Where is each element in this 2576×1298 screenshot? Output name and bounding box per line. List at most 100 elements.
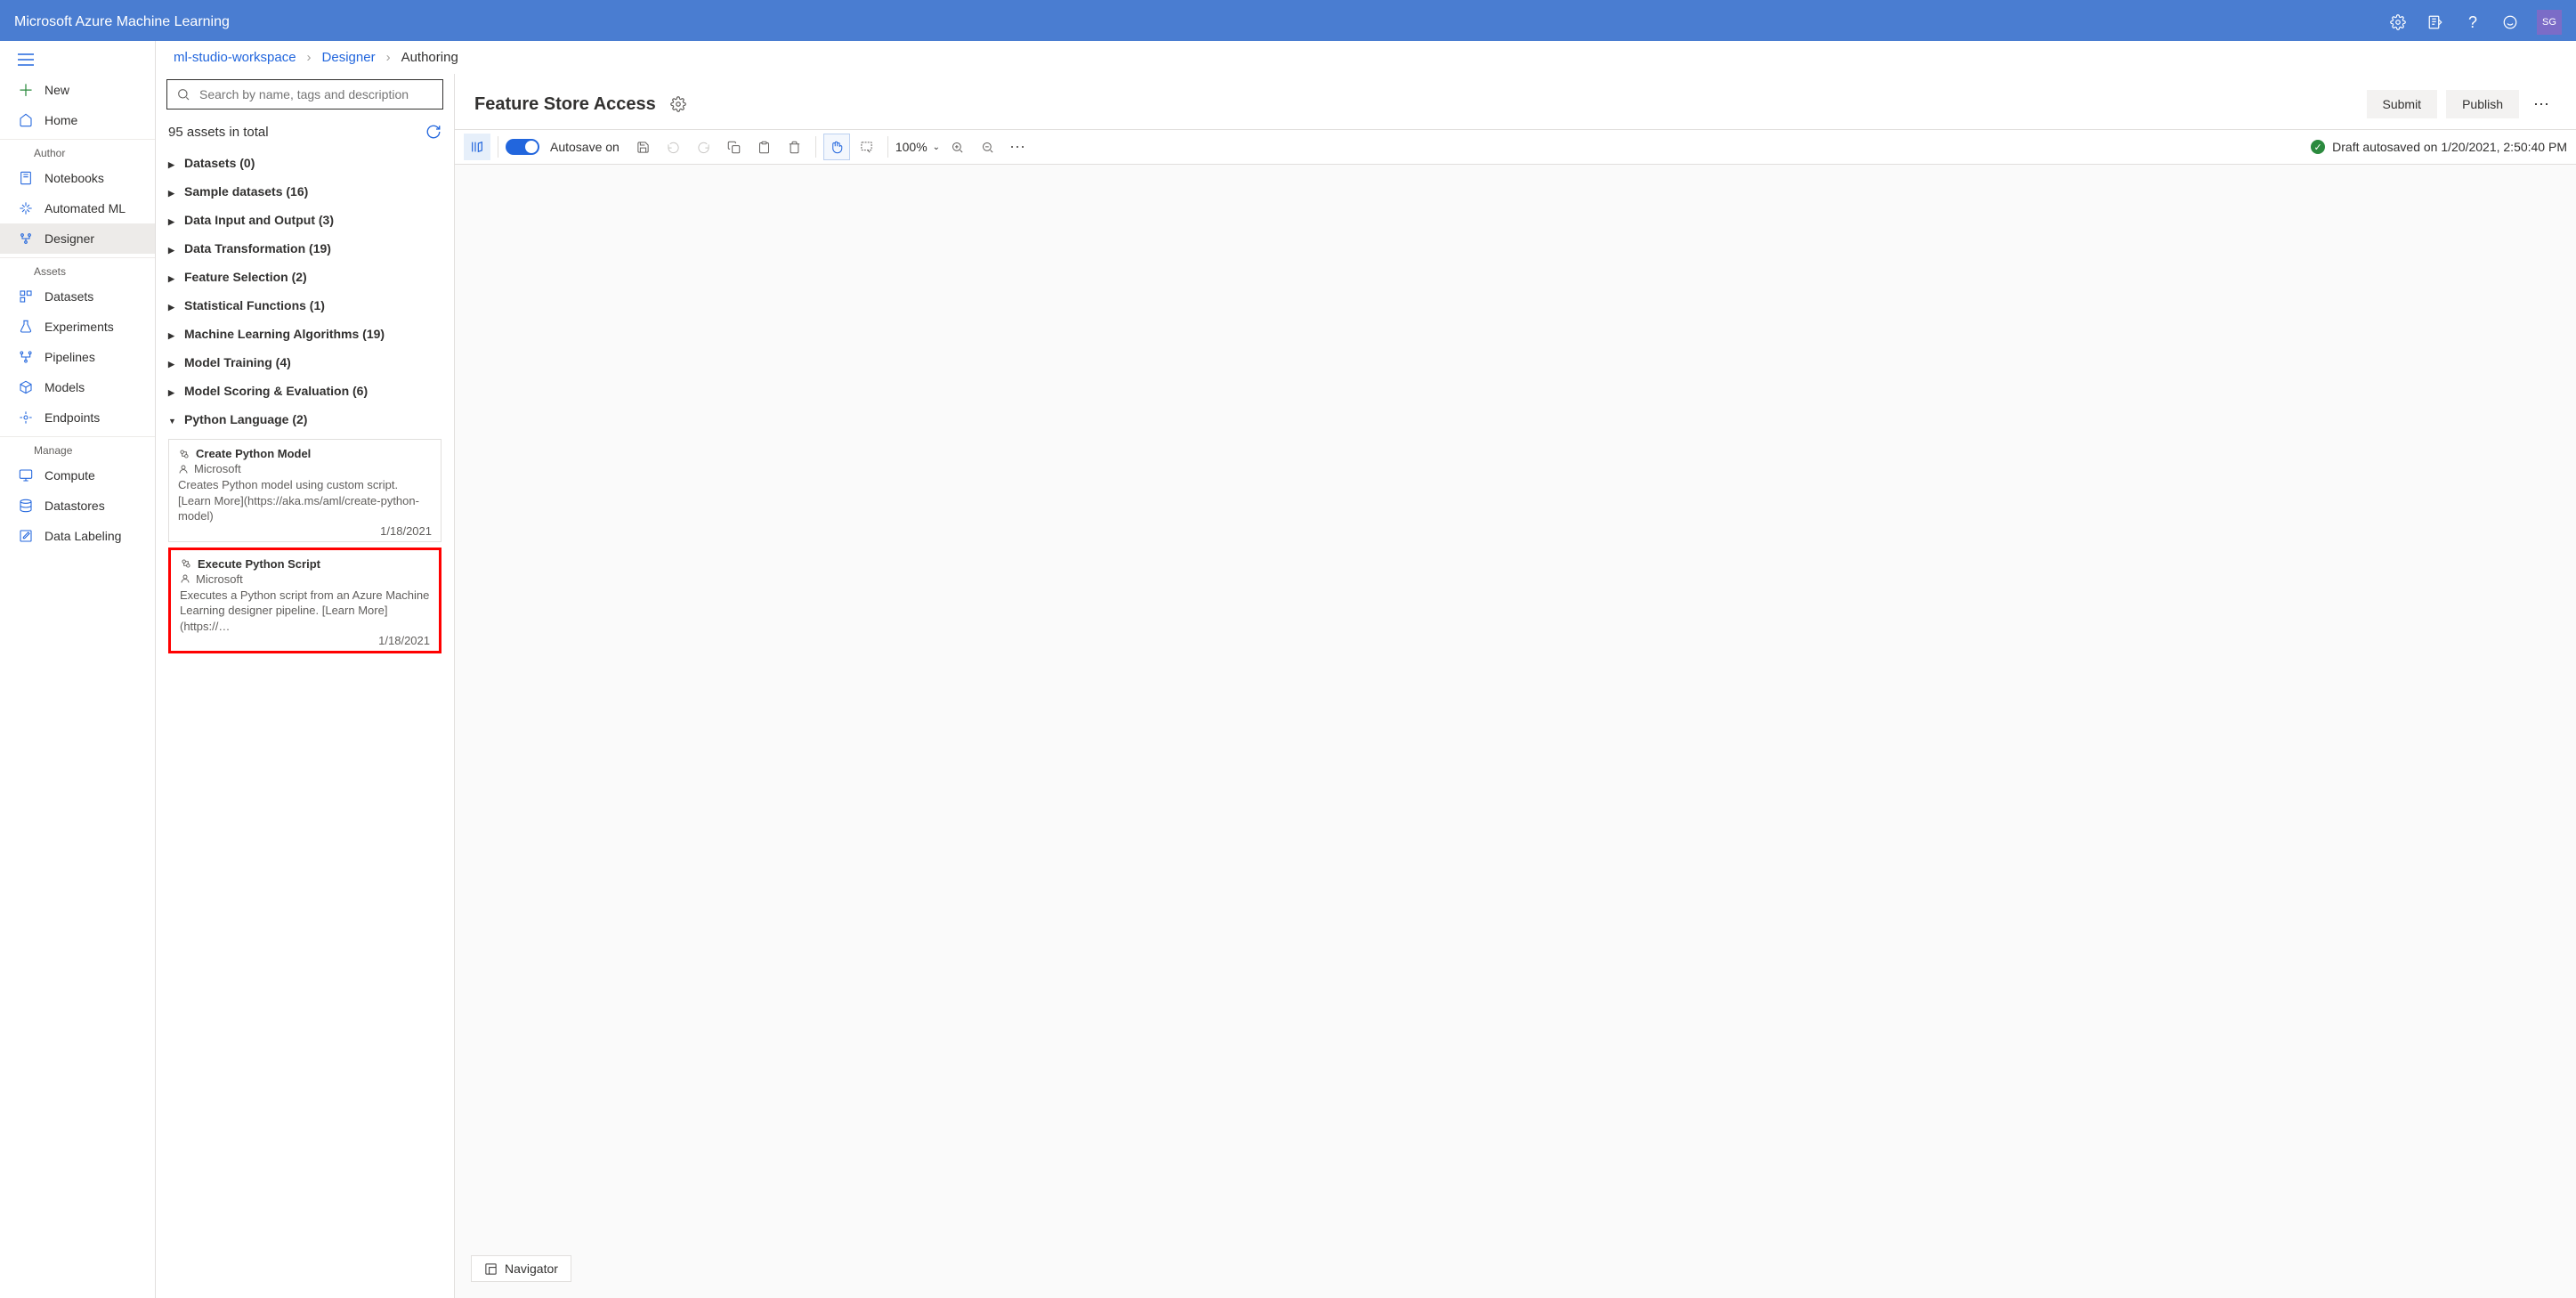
- module-date: 1/18/2021: [180, 634, 430, 647]
- group-mlalg[interactable]: Machine Learning Algorithms (19): [168, 320, 441, 348]
- caret-icon: [168, 298, 177, 312]
- publish-button[interactable]: Publish: [2446, 90, 2519, 118]
- nav-new[interactable]: ＋ New: [0, 75, 155, 105]
- top-bar: Microsoft Azure Machine Learning ? SG: [0, 4, 2576, 41]
- section-manage: Manage: [0, 436, 155, 460]
- module-exec-python[interactable]: Execute Python Script Microsoft Executes…: [168, 548, 441, 654]
- caret-icon: [168, 270, 177, 284]
- group-modeltrain[interactable]: Model Training (4): [168, 348, 441, 377]
- database-icon: [18, 498, 34, 514]
- chevron-right-icon: ›: [307, 50, 312, 65]
- module-title: Create Python Model: [196, 447, 311, 460]
- section-assets: Assets: [0, 257, 155, 281]
- navigator-label: Navigator: [505, 1261, 558, 1276]
- search-input[interactable]: [166, 79, 443, 110]
- navigator-button[interactable]: Navigator: [471, 1255, 571, 1282]
- nav-label: Compute: [45, 468, 95, 483]
- feedback-icon[interactable]: [2425, 12, 2446, 33]
- smile-icon[interactable]: [2499, 12, 2521, 33]
- nav-designer[interactable]: Designer: [0, 223, 155, 254]
- divider: [815, 136, 816, 158]
- autosave-label: Autosave on: [550, 140, 620, 154]
- nav-automl[interactable]: Automated ML: [0, 193, 155, 223]
- nav-label: Experiments: [45, 320, 114, 334]
- nav-datastores[interactable]: Datastores: [0, 491, 155, 521]
- redo-icon[interactable]: [691, 134, 717, 160]
- group-modelscore[interactable]: Model Scoring & Evaluation (6): [168, 377, 441, 405]
- group-datasets[interactable]: Datasets (0): [168, 149, 441, 177]
- group-python[interactable]: Python Language (2): [168, 405, 441, 434]
- undo-icon[interactable]: [660, 134, 687, 160]
- autosave-status: Draft autosaved on 1/20/2021, 2:50:40 PM: [2332, 140, 2567, 154]
- library-toggle[interactable]: [464, 134, 490, 160]
- module-desc: Creates Python model using custom script…: [178, 477, 432, 524]
- group-statfunc[interactable]: Statistical Functions (1): [168, 291, 441, 320]
- group-featuresel[interactable]: Feature Selection (2): [168, 263, 441, 291]
- breadcrumb-designer[interactable]: Designer: [322, 50, 376, 65]
- module-icon: [178, 448, 190, 460]
- module-create-python[interactable]: Create Python Model Microsoft Creates Py…: [168, 439, 441, 542]
- module-author: Microsoft: [194, 462, 241, 475]
- plus-icon: ＋: [18, 82, 34, 98]
- group-label: Python Language (2): [184, 412, 307, 426]
- nav-pipelines[interactable]: Pipelines: [0, 342, 155, 372]
- caret-icon: [168, 156, 177, 170]
- nav-endpoints[interactable]: Endpoints: [0, 402, 155, 433]
- group-datatrans[interactable]: Data Transformation (19): [168, 234, 441, 263]
- gear-icon[interactable]: [2387, 12, 2409, 33]
- help-icon[interactable]: ?: [2462, 12, 2483, 33]
- notebook-icon: [18, 170, 34, 186]
- copy-icon[interactable]: [721, 134, 748, 160]
- group-dataio[interactable]: Data Input and Output (3): [168, 206, 441, 234]
- zoom-level[interactable]: 100%⌄: [895, 140, 940, 154]
- nav-datasets[interactable]: Datasets: [0, 281, 155, 312]
- autosave-toggle[interactable]: [506, 139, 539, 155]
- group-label: Feature Selection (2): [184, 270, 307, 284]
- nav-compute[interactable]: Compute: [0, 460, 155, 491]
- design-canvas[interactable]: Navigator: [455, 165, 2576, 1298]
- submit-button[interactable]: Submit: [2367, 90, 2438, 118]
- breadcrumb-workspace[interactable]: ml-studio-workspace: [174, 50, 296, 65]
- asset-count: 95 assets in total: [168, 125, 269, 140]
- person-icon: [180, 573, 190, 584]
- zoom-out-icon[interactable]: [974, 134, 1000, 160]
- caret-icon: [168, 355, 177, 369]
- settings-icon[interactable]: [670, 96, 686, 112]
- caret-icon: [168, 327, 177, 341]
- save-icon[interactable]: [630, 134, 657, 160]
- nav-label: New: [45, 83, 69, 97]
- search-icon: [176, 87, 190, 101]
- delete-icon[interactable]: [782, 134, 808, 160]
- nav-notebooks[interactable]: Notebooks: [0, 163, 155, 193]
- zoom-in-icon[interactable]: [944, 134, 970, 160]
- more-button[interactable]: ⋯: [2528, 95, 2556, 114]
- person-icon: [178, 464, 189, 475]
- group-sample[interactable]: Sample datasets (16): [168, 177, 441, 206]
- pan-icon[interactable]: [823, 134, 850, 160]
- nav-label: Home: [45, 113, 77, 127]
- toolbar-more[interactable]: ⋯: [1004, 138, 1033, 157]
- caret-icon: [168, 241, 177, 256]
- nav-experiments[interactable]: Experiments: [0, 312, 155, 342]
- canvas-header: Feature Store Access Submit Publish ⋯: [455, 74, 2576, 129]
- navigator-icon: [484, 1262, 498, 1276]
- search-field[interactable]: [199, 87, 433, 101]
- check-icon: ✓: [2311, 140, 2325, 154]
- nav-models[interactable]: Models: [0, 372, 155, 402]
- nav-label: Datasets: [45, 289, 93, 304]
- select-icon[interactable]: [854, 134, 880, 160]
- module-desc: Executes a Python script from an Azure M…: [180, 588, 430, 635]
- nav-label: Data Labeling: [45, 529, 121, 543]
- paste-icon[interactable]: [751, 134, 778, 160]
- app-title: Microsoft Azure Machine Learning: [14, 14, 230, 30]
- pipeline-title[interactable]: Feature Store Access: [474, 94, 656, 115]
- hamburger-icon[interactable]: [0, 48, 155, 75]
- nav-label: Pipelines: [45, 350, 95, 364]
- user-avatar[interactable]: SG: [2537, 10, 2562, 35]
- nav-datalabeling[interactable]: Data Labeling: [0, 521, 155, 551]
- nav-home[interactable]: Home: [0, 105, 155, 135]
- designer-icon: [18, 231, 34, 247]
- refresh-icon[interactable]: [425, 124, 441, 140]
- cube-icon: [18, 379, 34, 395]
- nav-label: Automated ML: [45, 201, 126, 215]
